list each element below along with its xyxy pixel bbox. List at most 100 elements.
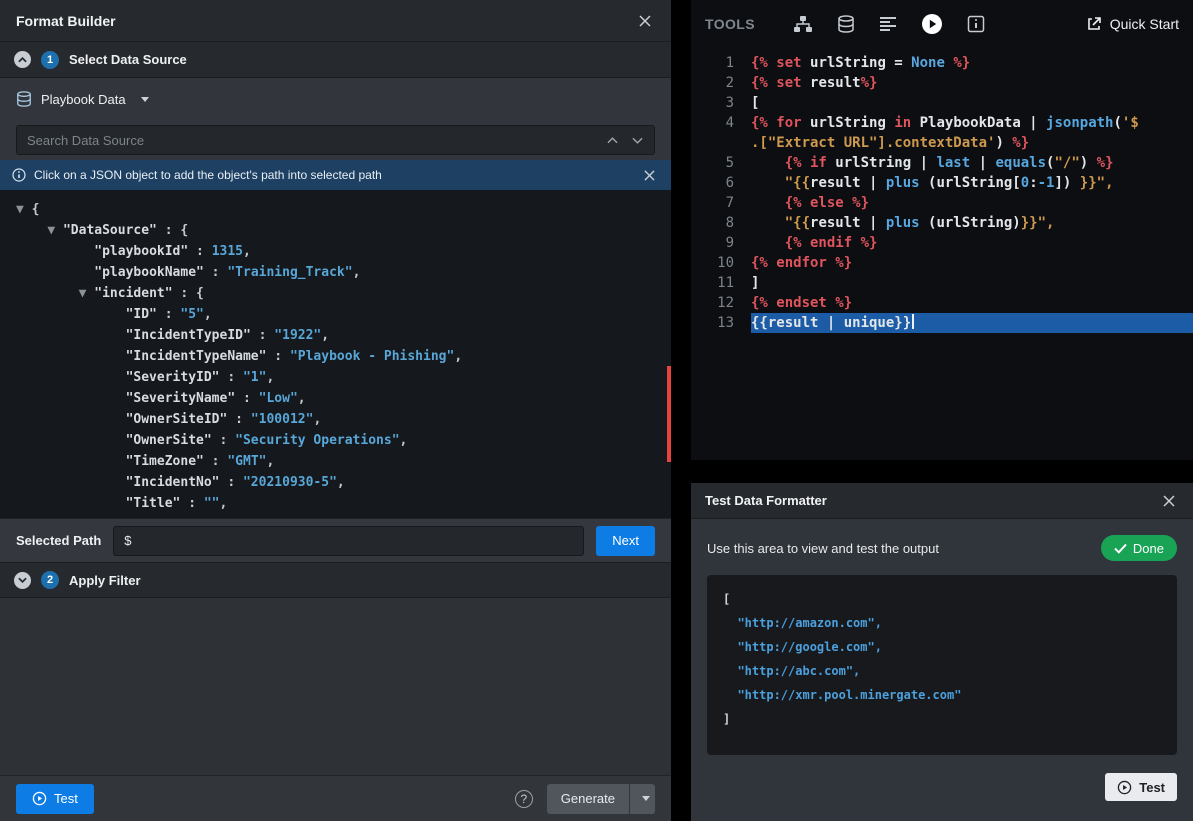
prev-match-chevron-up-icon[interactable]	[606, 136, 619, 145]
search-input[interactable]	[27, 133, 606, 148]
token: "Training_Track"	[227, 265, 352, 280]
code-line[interactable]: 1{% set urlString = None %}	[691, 53, 1193, 73]
json-tree-row[interactable]: "OwnerSite" : "Security Operations",	[16, 430, 671, 451]
token: "Playbook - Phishing"	[290, 349, 454, 364]
json-line: "SeverityName" : "Low",	[16, 391, 306, 406]
next-button[interactable]: Next	[596, 526, 655, 556]
tools-title: TOOLS	[705, 16, 755, 32]
json-tree-row[interactable]: ▼ "incident" : {	[16, 283, 671, 304]
generate-dropdown-chevron-icon[interactable]	[629, 784, 655, 814]
token: jsonpath	[1046, 115, 1113, 131]
expand-chevron-down-icon[interactable]	[14, 572, 31, 589]
formatter-icon[interactable]	[879, 16, 897, 32]
code-line[interactable]: 13{{result | unique}}	[691, 313, 1193, 333]
token: urlString	[810, 115, 894, 131]
info-banner-close-icon[interactable]	[640, 166, 659, 185]
code-line[interactable]: 6 "{{result | plus (urlString[0:-1]) }}"…	[691, 173, 1193, 193]
token: {% endif %}	[785, 235, 878, 251]
line-number: 4	[691, 113, 751, 133]
token: "playbookId"	[94, 244, 188, 259]
json-tree-row[interactable]: "playbookId" : 1315,	[16, 241, 671, 262]
code-line[interactable]: 9 {% endif %}	[691, 233, 1193, 253]
token	[751, 155, 785, 171]
code-text: {% endif %}	[751, 233, 1193, 253]
code-line[interactable]: 2{% set result%}	[691, 73, 1193, 93]
line-number: 11	[691, 273, 751, 293]
test-output-button[interactable]: Test	[1105, 773, 1177, 801]
output-line: [	[723, 587, 1161, 611]
code-line[interactable]: 12{% endset %}	[691, 293, 1193, 313]
chevron-up-glyph	[18, 57, 27, 63]
token: ,	[321, 328, 329, 343]
code-line[interactable]: 7 {% else %}	[691, 193, 1193, 213]
tree-toggle-icon[interactable]: ▼	[47, 223, 63, 238]
json-tree-viewer: ▼ { ▼ "DataSource" : { "playbookId" : 13…	[0, 190, 671, 518]
token: "IncidentNo"	[126, 475, 220, 490]
code-line[interactable]: 8 "{{result | plus (urlString)}}",	[691, 213, 1193, 233]
token	[751, 175, 785, 191]
json-tree-row[interactable]: "playbookName" : "Training_Track",	[16, 262, 671, 283]
tree-toggle-icon[interactable]: ▼	[79, 286, 95, 301]
json-line: "IncidentTypeID" : "1922",	[16, 328, 329, 343]
token: "http://google.com",	[723, 640, 882, 654]
quick-start-button[interactable]: Quick Start	[1086, 16, 1179, 32]
token	[16, 433, 126, 448]
json-tree-row[interactable]: ▼ {	[16, 199, 671, 220]
code-line[interactable]: 3[	[691, 93, 1193, 113]
selected-path-input[interactable]	[113, 526, 584, 556]
output-line: ]	[723, 707, 1161, 731]
run-icon[interactable]	[921, 13, 943, 35]
code-line[interactable]: 11]	[691, 273, 1193, 293]
close-icon[interactable]	[635, 11, 655, 31]
token	[16, 496, 126, 511]
data-icon[interactable]	[837, 15, 855, 33]
token: :	[157, 307, 180, 322]
code-line[interactable]: .["Extract URL"].contextData') %}	[691, 133, 1193, 153]
token: -1	[1038, 175, 1055, 191]
test-button[interactable]: Test	[16, 784, 94, 814]
output-text: "http://abc.com",	[723, 664, 860, 678]
code-text: {% set result%}	[751, 73, 1193, 93]
data-source-dropdown[interactable]: Playbook Data	[16, 91, 149, 107]
generate-button[interactable]: Generate	[547, 784, 629, 814]
line-number: 3	[691, 93, 751, 113]
json-line: "SeverityID" : "1",	[16, 370, 274, 385]
json-tree-row[interactable]: "Title" : "",	[16, 493, 671, 514]
json-tree-row[interactable]: "IncidentNo" : "20210930-5",	[16, 472, 671, 493]
code-line[interactable]: 10{% endfor %}	[691, 253, 1193, 273]
json-tree-row[interactable]: "IncidentTypeName" : "Playbook - Phishin…	[16, 346, 671, 367]
chevron-up-glyph	[607, 137, 618, 144]
code-line[interactable]: 4{% for urlString in PlaybookData | json…	[691, 113, 1193, 133]
code-text: .["Extract URL"].contextData') %}	[751, 133, 1193, 153]
step1-header[interactable]: 1 Select Data Source	[0, 42, 671, 78]
code-line[interactable]: 5 {% if urlString | last | equals("/") %…	[691, 153, 1193, 173]
collapse-chevron-up-icon[interactable]	[14, 51, 31, 68]
tree-toggle-icon[interactable]: ▼	[16, 202, 32, 217]
token: ,	[337, 475, 345, 490]
help-icon[interactable]: ?	[515, 790, 533, 808]
json-tree-row[interactable]: "OwnerSiteID" : "100012",	[16, 409, 671, 430]
code-text: {% endfor %}	[751, 253, 1193, 273]
next-match-chevron-down-icon[interactable]	[631, 136, 644, 145]
line-number: 1	[691, 53, 751, 73]
json-tree-row[interactable]: "TimeZone" : "GMT",	[16, 451, 671, 472]
token: "http://xmr.pool.minergate.com"	[723, 688, 961, 702]
step2-header[interactable]: 2 Apply Filter	[0, 562, 671, 598]
info-icon[interactable]	[967, 15, 985, 33]
workflow-icon[interactable]	[793, 15, 813, 33]
json-tree-row[interactable]: "ID" : "5",	[16, 304, 671, 325]
json-tree-row[interactable]: ▼ "DataSource" : {	[16, 220, 671, 241]
json-tree-row[interactable]: "SeverityID" : "1",	[16, 367, 671, 388]
close-icon[interactable]	[1159, 491, 1179, 511]
token	[16, 223, 47, 238]
done-button[interactable]: Done	[1101, 535, 1177, 561]
token: }}",	[1080, 175, 1114, 191]
token: (	[1113, 115, 1121, 131]
json-tree-row[interactable]: "SeverityName" : "Low",	[16, 388, 671, 409]
test-formatter-title: Test Data Formatter	[705, 493, 1159, 508]
json-tree-row[interactable]: "IncidentTypeID" : "1922",	[16, 325, 671, 346]
token	[751, 215, 785, 231]
token: "5"	[180, 307, 203, 322]
code-editor: 1{% set urlString = None %}2{% set resul…	[691, 48, 1193, 460]
chevron-down-glyph	[632, 137, 643, 144]
